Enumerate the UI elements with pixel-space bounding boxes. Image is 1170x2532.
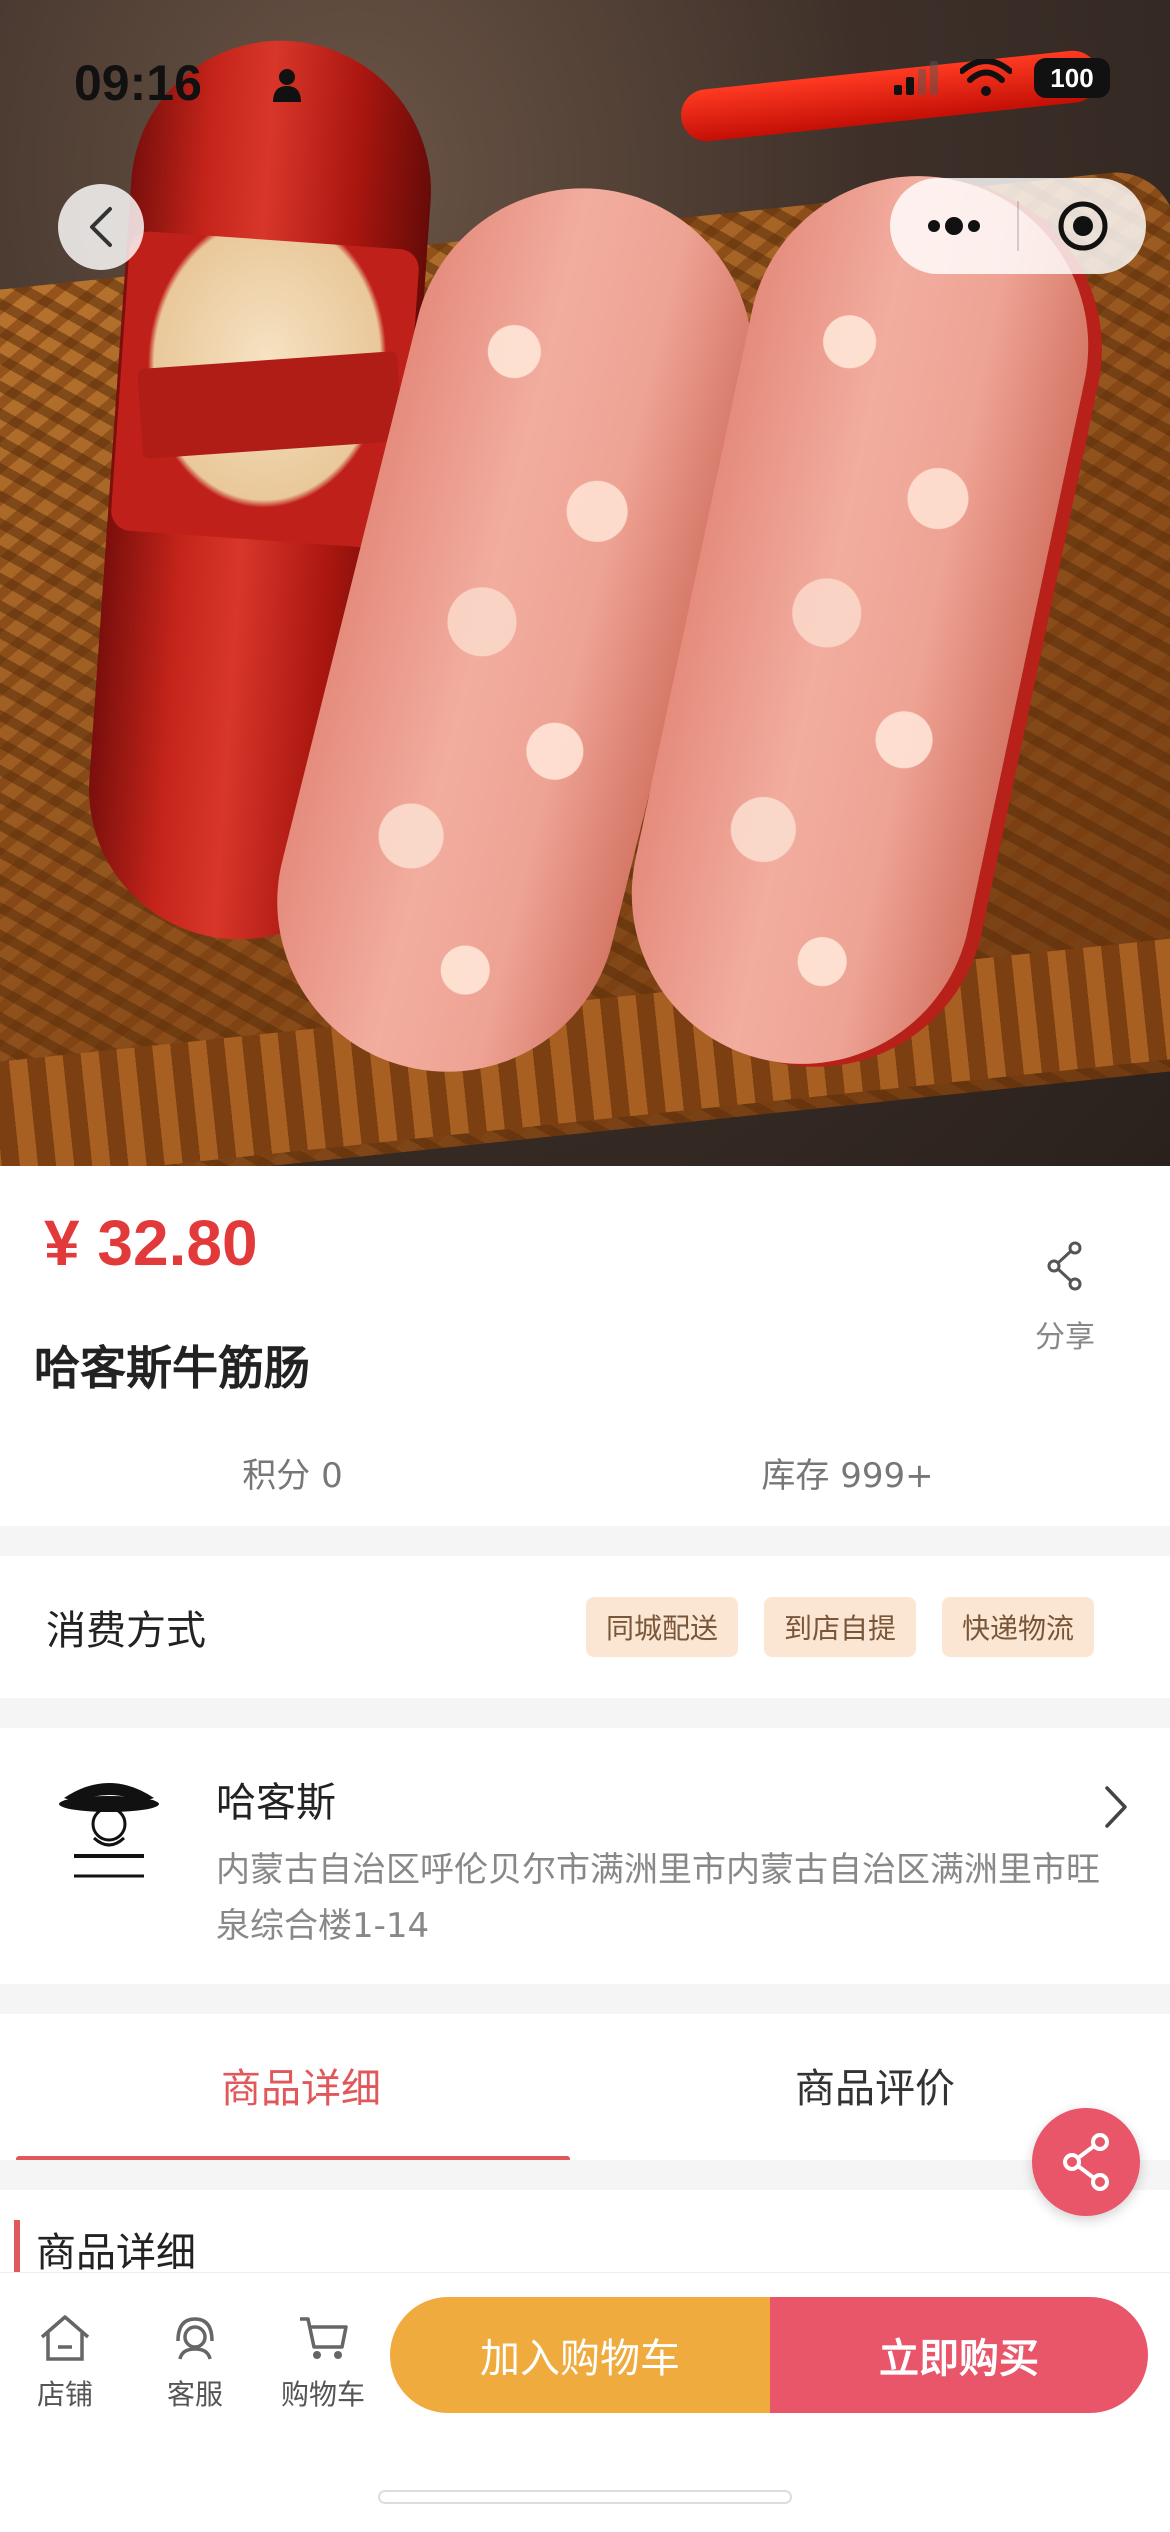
signal-icon <box>894 61 938 95</box>
store-card[interactable]: 哈客斯 内蒙古自治区呼伦贝尔市满洲里市内蒙古自治区满洲里市旺泉综合楼1-14 <box>0 1728 1170 1984</box>
customer-service-icon <box>176 2317 214 2360</box>
nav-store-label: 店铺 <box>36 2378 93 2411</box>
add-to-cart-button[interactable]: 加入购物车 <box>390 2297 770 2413</box>
miniprogram-capsule <box>890 178 1146 274</box>
store-logo <box>59 1783 159 1878</box>
share-icon <box>1047 1241 1082 1291</box>
section-divider <box>0 1984 1170 2014</box>
section-divider <box>0 1526 1170 1556</box>
buy-now-button[interactable]: 立即购买 <box>770 2297 1148 2413</box>
sausage-label-band-shape <box>137 351 403 459</box>
points-info: 积分 0 <box>242 1456 343 1496</box>
tag-store-pickup: 到店自提 <box>763 1597 916 1657</box>
chevron-right-icon <box>1105 1786 1127 1828</box>
share-icon <box>1063 2133 1109 2191</box>
chevron-left-icon <box>90 207 112 247</box>
store-name: 哈客斯 <box>216 1780 336 1826</box>
nav-customer-service[interactable]: 客服 <box>140 2313 250 2413</box>
tab-product-review[interactable]: 商品评价 <box>590 2056 1160 2114</box>
tab-product-detail[interactable]: 商品详细 <box>16 2056 586 2114</box>
product-image[interactable] <box>0 0 1170 1166</box>
consume-method-label: 消费方式 <box>46 1608 206 1654</box>
back-button[interactable] <box>58 184 144 270</box>
home-indicator <box>378 2490 792 2504</box>
consume-method-row: 消费方式 同城配送 到店自提 快递物流 <box>0 1556 1170 1698</box>
battery-icon: 100 <box>1034 58 1110 98</box>
person-icon <box>273 69 301 102</box>
cart-icon <box>300 2317 348 2359</box>
nav-cart[interactable]: 购物车 <box>268 2313 378 2413</box>
floating-share-button[interactable] <box>1032 2108 1140 2216</box>
store-address: 内蒙古自治区呼伦贝尔市满洲里市内蒙古自治区满洲里市旺泉综合楼1-14 <box>216 1850 1100 1946</box>
nav-service-label: 客服 <box>166 2378 223 2411</box>
target-icon <box>1058 201 1107 251</box>
tag-local-delivery: 同城配送 <box>585 1597 738 1657</box>
close-miniprogram-button[interactable] <box>1019 178 1146 274</box>
nav-store[interactable]: 店铺 <box>10 2313 120 2413</box>
more-dots-icon <box>927 217 980 235</box>
consume-method-tags: 同城配送 到店自提 快递物流 <box>585 1597 1094 1657</box>
tag-express: 快递物流 <box>941 1597 1094 1657</box>
status-indicators: 100 <box>894 58 1110 98</box>
detail-section-title: 商品详细 <box>36 2230 196 2276</box>
product-title: 哈客斯牛筋肠 <box>34 1341 310 1395</box>
nav-cart-label: 购物车 <box>280 2378 365 2411</box>
share-label: 分享 <box>1035 1320 1095 1355</box>
detail-tabs: 商品详细 商品评价 <box>0 2014 1170 2162</box>
status-time: 09:16 <box>74 55 202 111</box>
more-button[interactable] <box>890 178 1017 274</box>
product-price: ¥ 32.80 <box>44 1207 258 1279</box>
share-button[interactable]: 分享 <box>1020 1240 1110 1356</box>
section-divider <box>0 1698 1170 1728</box>
detail-section-header: 商品详细 <box>0 2190 1170 2276</box>
stock-info: 库存 999+ <box>761 1456 934 1496</box>
home-icon <box>40 2315 90 2361</box>
section-divider <box>0 2160 1170 2190</box>
section-accent-bar <box>14 2220 20 2272</box>
wifi-icon <box>960 59 1012 96</box>
